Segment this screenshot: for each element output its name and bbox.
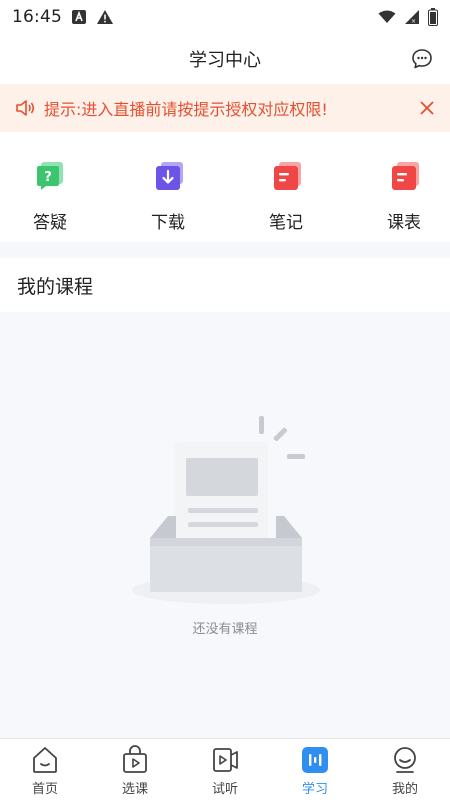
section-title: 我的课程 — [17, 275, 94, 298]
quick-label-schedule: 课表 — [387, 213, 421, 233]
schedule-icon — [384, 156, 424, 196]
shopping-bag-play-icon — [120, 745, 150, 775]
my-courses-header: 我的课程 — [0, 258, 450, 312]
tab-home[interactable]: 首页 — [5, 739, 85, 797]
tab-study[interactable]: 学习 — [275, 739, 355, 797]
page-title: 学习中心 — [189, 50, 261, 71]
permission-notice-banner: 提示:进入直播前请按提示授权对应权限! — [0, 84, 450, 132]
empty-state-text: 还没有课程 — [192, 622, 258, 637]
video-listen-icon — [210, 745, 240, 775]
tab-label-courses: 选课 — [121, 782, 148, 797]
chat-bubble-icon[interactable] — [410, 47, 434, 71]
status-bar: 16:45 × — [0, 0, 450, 34]
download-icon — [148, 156, 188, 196]
quick-item-schedule[interactable]: 课表 — [374, 140, 434, 240]
profile-icon — [390, 745, 420, 775]
a-badge-icon — [72, 10, 86, 24]
tab-courses[interactable]: 选课 — [95, 739, 175, 797]
battery-icon — [428, 8, 438, 26]
quick-item-notes[interactable]: 笔记 — [256, 140, 316, 240]
svg-text:?: ? — [44, 170, 52, 185]
section-divider — [0, 242, 450, 258]
bottom-tab-bar: 首页 选课 试听 学习 我的 — [0, 738, 450, 800]
tab-profile[interactable]: 我的 — [365, 739, 445, 797]
courses-list-area: 还没有课程 — [0, 312, 450, 738]
svg-text:×: × — [411, 18, 416, 25]
study-icon — [300, 745, 330, 775]
quick-item-qa[interactable]: ? 答疑 — [20, 140, 80, 240]
app-header: 学习中心 — [0, 34, 450, 84]
speaker-icon — [14, 97, 36, 119]
signal-icon: × — [404, 9, 420, 25]
empty-inbox-illustration — [128, 412, 324, 612]
tab-label-home: 首页 — [31, 782, 58, 797]
tab-trial[interactable]: 试听 — [185, 739, 265, 797]
quick-item-download[interactable]: 下载 — [138, 140, 198, 240]
tab-label-study: 学习 — [301, 782, 328, 797]
tab-label-trial: 试听 — [211, 782, 238, 797]
quick-menu: ? 答疑 下载 笔记 课表 — [0, 140, 450, 240]
tab-label-profile: 我的 — [391, 782, 418, 797]
notes-icon — [266, 156, 306, 196]
wifi-icon — [378, 10, 396, 24]
home-icon — [30, 745, 60, 775]
quick-label-download: 下载 — [151, 213, 185, 233]
notice-text: 提示:进入直播前请按提示授权对应权限! — [44, 100, 328, 119]
status-time: 16:45 — [12, 7, 62, 27]
quick-label-qa: 答疑 — [33, 213, 67, 233]
warning-icon — [96, 9, 114, 25]
quick-label-notes: 笔记 — [269, 213, 303, 233]
close-icon[interactable] — [418, 99, 436, 117]
question-icon: ? — [30, 156, 70, 196]
